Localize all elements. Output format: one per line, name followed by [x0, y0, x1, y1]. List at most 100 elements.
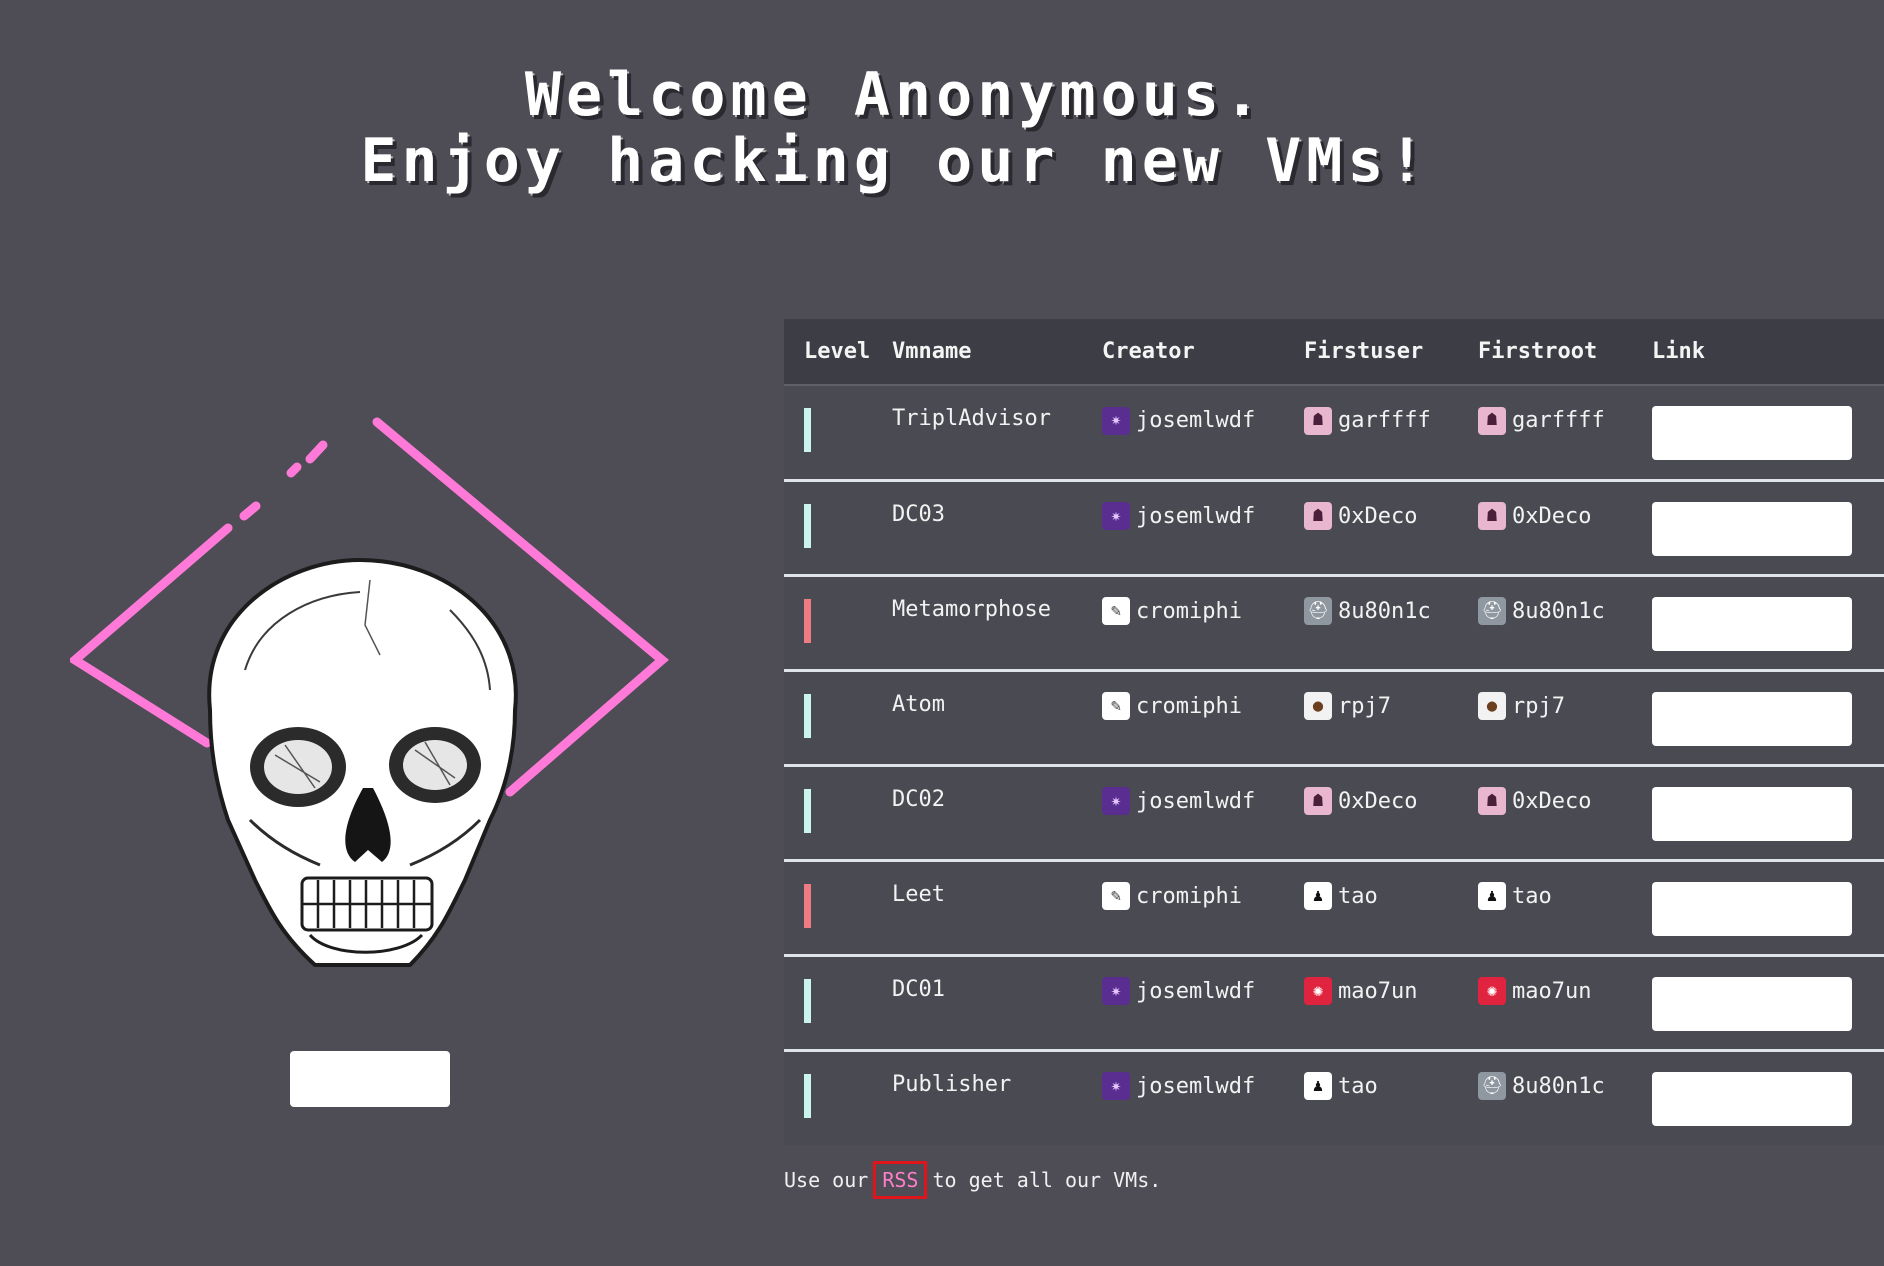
avatar-silhouette-icon: ♟	[1478, 882, 1506, 910]
level-cell	[784, 1050, 892, 1145]
firstroot-user[interactable]: ☗ garffff	[1478, 406, 1605, 435]
creator-user[interactable]: ✎ cromiphi	[1102, 882, 1242, 910]
firstroot-cell: ☗ garffff	[1478, 385, 1652, 480]
skull	[207, 557, 518, 967]
firstuser-cell: ♟ tao	[1304, 860, 1478, 955]
firstroot-user[interactable]: ☗ 0xDeco	[1478, 502, 1591, 530]
vm-link-button[interactable]	[1652, 1071, 1852, 1126]
firstuser-user[interactable]: ⛑ 8u80n1c	[1304, 597, 1431, 625]
header-link: Link	[1652, 319, 1884, 386]
firstuser-cell: ● rpj7	[1304, 670, 1478, 765]
avatar-pink-hacker-icon: ☗	[1478, 406, 1506, 435]
level-cell	[784, 670, 892, 765]
left-panel-button[interactable]	[290, 1051, 450, 1107]
firstuser-user[interactable]: ♟ tao	[1304, 1072, 1378, 1100]
level-indicator	[804, 788, 811, 833]
skull-artwork	[67, 410, 680, 1030]
level-cell	[784, 575, 892, 670]
avatar-sketch-icon: ✎	[1102, 882, 1130, 910]
vm-link-button[interactable]	[1652, 596, 1852, 651]
firstroot-user[interactable]: ⛑ 8u80n1c	[1478, 1072, 1605, 1100]
table-header-row: Level Vmname Creator Firstuser Firstroot…	[784, 319, 1884, 386]
creator-name: cromiphi	[1136, 883, 1242, 909]
firstuser-user[interactable]: ✺ mao7un	[1304, 977, 1417, 1005]
link-cell	[1652, 1050, 1884, 1145]
creator-name: josemlwdf	[1136, 1073, 1256, 1099]
firstroot-user[interactable]: ⛑ 8u80n1c	[1478, 597, 1605, 625]
creator-user[interactable]: ✷ josemlwdf	[1102, 787, 1255, 815]
avatar-pink-hacker-icon: ☗	[1478, 502, 1506, 530]
table-row: Metamorphose ✎ cromiphi ⛑ 8u80n1c ⛑ 8u80n1c	[784, 575, 1884, 670]
link-cell	[1652, 480, 1884, 575]
firstroot-cell: ♟ tao	[1478, 860, 1652, 955]
header-firstuser: Firstuser	[1304, 319, 1478, 386]
firstroot-cell: ✺ mao7un	[1478, 955, 1652, 1050]
vmname-cell: DC01	[892, 976, 945, 1002]
table-row: DC03 ✷ josemlwdf ☗ 0xDeco ☗ 0xDeco	[784, 480, 1884, 575]
creator-user[interactable]: ✎ cromiphi	[1102, 692, 1242, 720]
level-cell	[784, 955, 892, 1050]
creator-user[interactable]: ✎ cromiphi	[1102, 597, 1242, 625]
firstroot-cell: ☗ 0xDeco	[1478, 480, 1652, 575]
level-cell	[784, 860, 892, 955]
level-indicator	[804, 693, 811, 738]
rss-footer: Use our RSS to get all our VMs.	[784, 1161, 1161, 1199]
vm-link-button[interactable]	[1652, 881, 1852, 936]
firstroot-name: 8u80n1c	[1512, 1073, 1605, 1099]
avatar-pink-hacker-icon: ☗	[1304, 502, 1332, 530]
avatar-gray-helmet-icon: ⛑	[1478, 597, 1506, 625]
firstuser-user[interactable]: ☗ 0xDeco	[1304, 787, 1417, 815]
firstroot-name: 0xDeco	[1512, 788, 1592, 814]
link-cell	[1652, 385, 1884, 480]
firstroot-name: mao7un	[1512, 978, 1592, 1004]
avatar-purple-demon-icon: ✷	[1102, 787, 1130, 815]
creator-cell: ✷ josemlwdf	[1102, 480, 1304, 575]
avatar-red-creature-icon: ✺	[1478, 977, 1506, 1005]
vm-link-button[interactable]	[1652, 976, 1852, 1031]
table-row: Leet ✎ cromiphi ♟ tao ♟ tao	[784, 860, 1884, 955]
vm-link-button[interactable]	[1652, 406, 1852, 460]
firstroot-user[interactable]: ☗ 0xDeco	[1478, 787, 1591, 815]
vm-link-button[interactable]	[1652, 786, 1852, 841]
avatar-purple-demon-icon: ✷	[1102, 977, 1130, 1005]
vmname-cell: Metamorphose	[892, 596, 1051, 622]
creator-user[interactable]: ✷ josemlwdf	[1102, 406, 1255, 435]
firstroot-user[interactable]: ● rpj7	[1478, 692, 1565, 720]
firstuser-cell: ⛑ 8u80n1c	[1304, 575, 1478, 670]
firstroot-cell: ☗ 0xDeco	[1478, 765, 1652, 860]
firstroot-user[interactable]: ✺ mao7un	[1478, 977, 1591, 1005]
level-indicator	[804, 598, 811, 643]
vm-link-button[interactable]	[1652, 691, 1852, 746]
table-row: TriplAdvisor ✷ josemlwdf ☗ garffff ☗ garffff	[784, 385, 1884, 480]
firstuser-user[interactable]: ☗ garffff	[1304, 406, 1431, 435]
firstroot-cell: ⛑ 8u80n1c	[1478, 575, 1652, 670]
firstuser-name: 0xDeco	[1338, 503, 1418, 529]
creator-cell: ✎ cromiphi	[1102, 670, 1304, 765]
avatar-pink-hacker-icon: ☗	[1478, 787, 1506, 815]
firstuser-cell: ☗ 0xDeco	[1304, 480, 1478, 575]
heading-line-1: Welcome Anonymous.	[524, 60, 1266, 130]
creator-user[interactable]: ✷ josemlwdf	[1102, 502, 1255, 530]
firstuser-user[interactable]: ● rpj7	[1304, 692, 1391, 720]
heading-line-2: Enjoy hacking our new VMs!	[360, 126, 1430, 196]
firstuser-user[interactable]: ☗ 0xDeco	[1304, 502, 1417, 530]
creator-user[interactable]: ✷ josemlwdf	[1102, 1072, 1255, 1100]
creator-user[interactable]: ✷ josemlwdf	[1102, 977, 1255, 1005]
vmname-cell: Publisher	[892, 1071, 1012, 1097]
firstuser-user[interactable]: ♟ tao	[1304, 882, 1378, 910]
avatar-sketch-icon: ✎	[1102, 692, 1130, 720]
table-row: Publisher ✷ josemlwdf ♟ tao ⛑ 8u80n1c	[784, 1050, 1884, 1145]
rss-link[interactable]: RSS	[873, 1161, 928, 1199]
firstuser-cell: ✺ mao7un	[1304, 955, 1478, 1050]
creator-cell: ✷ josemlwdf	[1102, 765, 1304, 860]
header-firstroot: Firstroot	[1478, 319, 1652, 386]
avatar-purple-demon-icon: ✷	[1102, 1072, 1130, 1100]
level-indicator	[804, 503, 811, 548]
firstuser-cell: ☗ garffff	[1304, 385, 1478, 480]
skull-diamond-illustration	[67, 417, 669, 967]
firstuser-name: 0xDeco	[1338, 788, 1418, 814]
firstroot-user[interactable]: ♟ tao	[1478, 882, 1552, 910]
table-row: Atom ✎ cromiphi ● rpj7 ● rpj7	[784, 670, 1884, 765]
welcome-heading: Welcome Anonymous. Enjoy hacking our new…	[0, 62, 1790, 194]
vm-link-button[interactable]	[1652, 501, 1852, 556]
